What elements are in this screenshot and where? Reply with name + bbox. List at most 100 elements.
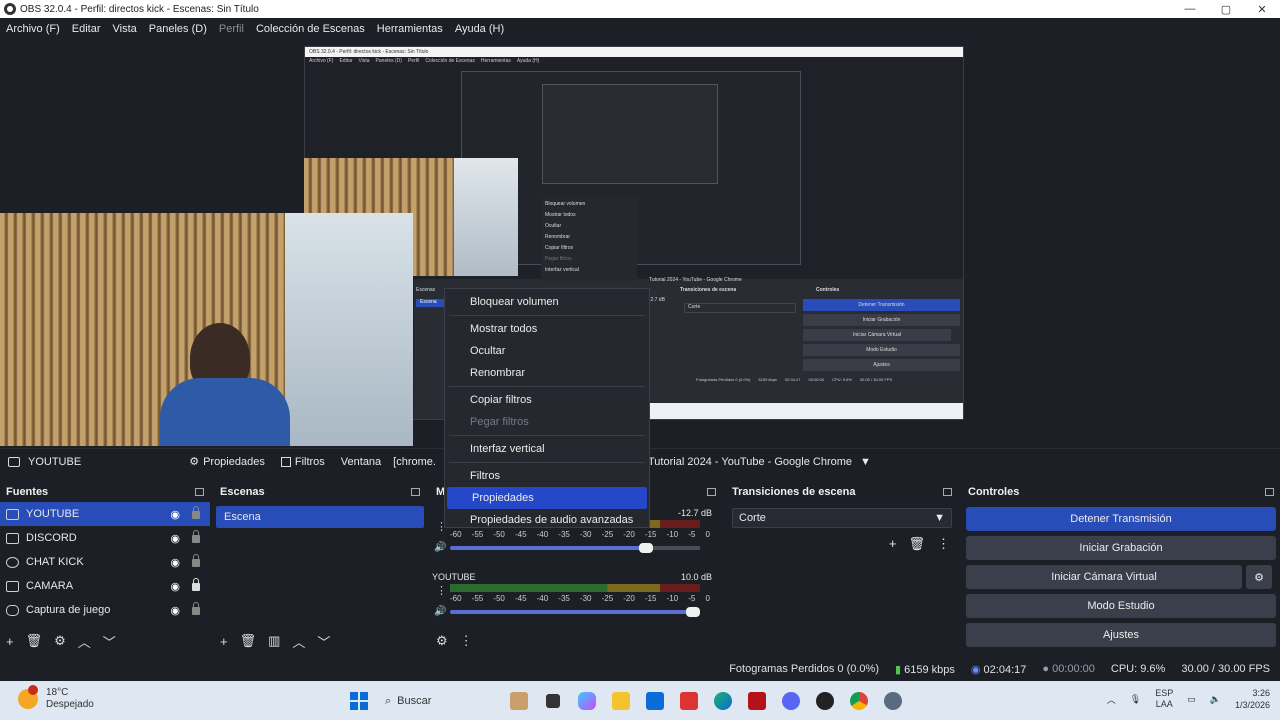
eye-icon[interactable]: ◉ bbox=[170, 508, 180, 521]
lock-icon[interactable] bbox=[192, 506, 200, 519]
gear-icon[interactable]: ⚙ bbox=[1246, 565, 1272, 589]
transition-select[interactable]: Corte ▼ bbox=[732, 508, 952, 528]
trash-icon[interactable]: 🗑 bbox=[240, 633, 257, 649]
add-icon[interactable]: + bbox=[6, 634, 14, 649]
start-virtual-camera-button[interactable]: Iniciar Cámara Virtual bbox=[966, 565, 1242, 589]
obs-icon[interactable] bbox=[811, 687, 839, 715]
source-item-captura-juego[interactable]: Captura de juego ◉ bbox=[0, 598, 210, 622]
studio-mode-button[interactable]: Modo Estudio bbox=[966, 594, 1276, 618]
menu-ayuda[interactable]: Ayuda (H) bbox=[449, 23, 510, 35]
taskbar-search[interactable]: ⌕ Buscar bbox=[379, 687, 499, 715]
folder-icon[interactable] bbox=[607, 687, 635, 715]
menu-herramientas[interactable]: Herramientas bbox=[371, 23, 449, 35]
add-icon[interactable]: + bbox=[889, 536, 897, 552]
settings-button[interactable]: Ajustes bbox=[966, 623, 1276, 647]
settings-icon[interactable] bbox=[879, 687, 907, 715]
chevron-down-icon[interactable]: ﹀ bbox=[103, 632, 116, 651]
store-icon[interactable] bbox=[641, 687, 669, 715]
more-icon[interactable]: ⋮ bbox=[460, 633, 473, 649]
scene-item-escena[interactable]: Escena bbox=[216, 506, 424, 528]
eye-icon[interactable]: ◉ bbox=[170, 604, 180, 617]
context-menu-item[interactable]: Propiedades bbox=[447, 487, 647, 509]
chevron-up-icon[interactable]: ︿ bbox=[1107, 693, 1116, 706]
context-menu-item[interactable]: Copiar filtros bbox=[445, 389, 649, 411]
more-icon[interactable]: ⋮ bbox=[436, 584, 447, 597]
nested-ctx-item: Pegar filtros bbox=[545, 256, 572, 262]
context-menu-item[interactable]: Renombrar bbox=[445, 362, 649, 384]
float-icon[interactable] bbox=[1265, 488, 1274, 496]
slider-knob[interactable] bbox=[638, 543, 653, 553]
network-icon[interactable]: ▭ bbox=[1187, 694, 1196, 705]
filters-button[interactable]: Filtros bbox=[275, 452, 331, 472]
nested-transition-combo: Corte bbox=[684, 303, 796, 313]
edge-icon[interactable] bbox=[709, 687, 737, 715]
minimize-button[interactable]: — bbox=[1172, 0, 1208, 18]
chrome-icon[interactable] bbox=[845, 687, 873, 715]
context-menu-item[interactable]: Mostrar todos bbox=[445, 318, 649, 340]
maximize-button[interactable]: ▢ bbox=[1208, 0, 1244, 18]
menu-paneles[interactable]: Paneles (D) bbox=[143, 23, 213, 35]
float-icon[interactable] bbox=[707, 488, 716, 496]
start-recording-button[interactable]: Iniciar Grabación bbox=[966, 536, 1276, 560]
lock-icon[interactable] bbox=[192, 602, 200, 615]
slider-knob[interactable] bbox=[686, 607, 700, 617]
menu-perfil[interactable]: Perfil bbox=[213, 23, 250, 35]
float-icon[interactable] bbox=[943, 488, 952, 496]
nested-titlebar: OBS 32.0.4 - Perfil: directos kick - Esc… bbox=[305, 47, 963, 57]
chevron-up-icon[interactable]: ︿ bbox=[78, 632, 91, 651]
source-item-camara[interactable]: CAMARA ◉ bbox=[0, 574, 210, 598]
chevron-down-icon[interactable]: ﹀ bbox=[317, 632, 330, 651]
chevron-down-icon[interactable]: ▼ bbox=[860, 456, 871, 468]
float-icon[interactable] bbox=[195, 488, 204, 496]
gear-icon[interactable]: ⚙ bbox=[436, 633, 448, 649]
task-view-icon[interactable] bbox=[539, 687, 567, 715]
lock-icon[interactable] bbox=[192, 554, 200, 567]
language-indicator[interactable]: ESP LAA bbox=[1155, 688, 1173, 710]
eye-icon[interactable]: ◉ bbox=[170, 556, 180, 569]
stop-stream-button[interactable]: Detener Transmisión bbox=[966, 507, 1276, 531]
copilot-icon[interactable] bbox=[573, 687, 601, 715]
menu-coleccion-escenas[interactable]: Colección de Escenas bbox=[250, 23, 371, 35]
acrobat-icon[interactable] bbox=[743, 687, 771, 715]
weather-widget[interactable]: 18°C Despejado bbox=[18, 685, 94, 711]
app-red-icon[interactable] bbox=[675, 687, 703, 715]
float-icon[interactable] bbox=[411, 488, 420, 496]
microphone-icon[interactable]: 🎙 bbox=[1130, 694, 1141, 705]
menu-archivo[interactable]: Archivo (F) bbox=[0, 23, 66, 35]
eye-icon[interactable]: ◉ bbox=[170, 580, 180, 593]
volume-slider[interactable] bbox=[450, 607, 700, 617]
chevron-up-icon[interactable]: ︿ bbox=[292, 632, 305, 651]
trash-icon[interactable]: 🗑 bbox=[908, 536, 925, 552]
window-select-visible-prefix[interactable]: [chrome. bbox=[393, 456, 436, 468]
speaker-icon[interactable]: 🔊 bbox=[434, 542, 446, 553]
context-menu-item[interactable]: Bloquear volumen bbox=[445, 291, 649, 313]
close-button[interactable]: ✕ bbox=[1244, 0, 1280, 18]
context-menu-item[interactable]: Interfaz vertical bbox=[445, 438, 649, 460]
filter-icon[interactable]: ▥ bbox=[268, 633, 280, 649]
eye-icon[interactable]: ◉ bbox=[170, 532, 180, 545]
menu-vista[interactable]: Vista bbox=[107, 23, 143, 35]
volume-slider[interactable] bbox=[450, 543, 700, 553]
volume-icon[interactable]: 🔈 bbox=[1210, 694, 1221, 705]
widget-icon[interactable] bbox=[505, 687, 533, 715]
source-item-chat-kick[interactable]: CHAT KICK ◉ bbox=[0, 550, 210, 574]
lock-icon[interactable] bbox=[192, 530, 200, 543]
trash-icon[interactable]: 🗑 bbox=[26, 633, 43, 649]
clock[interactable]: 3:26 1/3/2026 bbox=[1235, 687, 1270, 711]
properties-button[interactable]: ⚙ Propiedades bbox=[183, 451, 271, 472]
add-icon[interactable]: + bbox=[220, 634, 228, 649]
lock-icon[interactable] bbox=[192, 578, 200, 591]
more-icon[interactable]: ⋮ bbox=[937, 536, 950, 552]
gear-icon[interactable]: ⚙ bbox=[54, 633, 66, 649]
context-menu-item[interactable]: Filtros bbox=[445, 465, 649, 487]
source-item-youtube[interactable]: YOUTUBE ◉ bbox=[0, 502, 210, 526]
context-menu-item[interactable]: Ocultar bbox=[445, 340, 649, 362]
window-select-visible-suffix[interactable]: Tutorial 2024 - YouTube - Google Chrome bbox=[648, 456, 852, 468]
discord-icon[interactable] bbox=[777, 687, 805, 715]
context-menu-item[interactable]: Propiedades de audio avanzadas bbox=[445, 509, 649, 531]
speaker-icon[interactable]: 🔊 bbox=[434, 606, 446, 617]
menu-editar[interactable]: Editar bbox=[66, 23, 107, 35]
start-icon[interactable] bbox=[345, 687, 373, 715]
nested-menu-item: Paneles (D) bbox=[375, 58, 402, 64]
source-item-discord[interactable]: DISCORD ◉ bbox=[0, 526, 210, 550]
